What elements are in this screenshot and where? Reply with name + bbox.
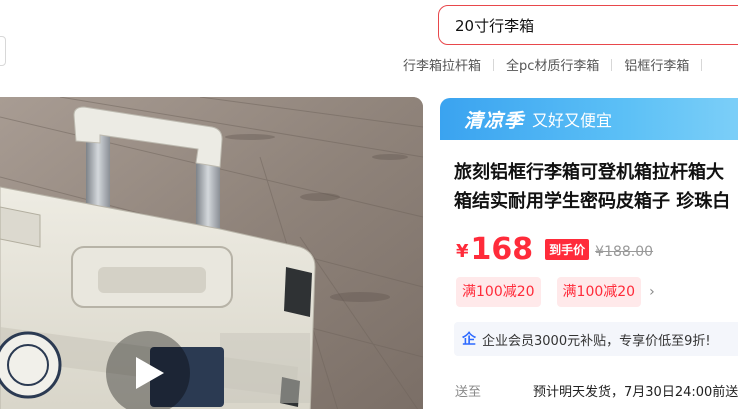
- product-title: 旅刻铝框行李箱可登机箱拉杆箱大 箱结实耐用学生密码皮箱子 珍珠白: [454, 158, 738, 216]
- delivery-row: 送至 预计明天发货，7月30日24:00前送达: [455, 381, 738, 400]
- promo-tagline: 又好又便宜: [532, 111, 613, 130]
- price-currency: ¥: [456, 241, 469, 262]
- promo-banner[interactable]: 清凉季 又好又便宜: [440, 98, 738, 140]
- divider: [493, 58, 495, 71]
- final-price-badge: 到手价: [545, 239, 590, 260]
- suggestion-link[interactable]: 铝框行李箱: [624, 55, 689, 74]
- price-amount: 168: [470, 232, 534, 267]
- coupon-row: 满100减20 满100减20 ›: [456, 277, 655, 307]
- product-image-gallery[interactable]: [0, 97, 423, 409]
- search-box[interactable]: [438, 5, 738, 45]
- delivery-estimate[interactable]: 预计明天发货，7月30日24:00前送达: [533, 381, 738, 400]
- search-input[interactable]: [455, 16, 738, 34]
- enterprise-text: 企业会员3000元补贴，专享价低至9折!: [482, 333, 711, 349]
- search-suggestions: 行李箱拉杆箱 全pc材质行李箱 铝框行李箱: [403, 55, 714, 74]
- play-icon[interactable]: [106, 331, 190, 409]
- product-title-line: 箱结实耐用学生密码皮箱子 珍珠白: [454, 191, 731, 212]
- coupon-tag[interactable]: 满100减20: [456, 277, 541, 307]
- divider: [611, 58, 613, 71]
- coupon-tag[interactable]: 满100减20: [556, 277, 642, 307]
- promo-brand: 清凉季: [464, 109, 525, 132]
- original-price: ¥188.00: [595, 244, 654, 260]
- enterprise-member-bar[interactable]: 企 企业会员3000元补贴，专享价低至9折!: [454, 322, 738, 356]
- left-edge-control[interactable]: [0, 36, 6, 66]
- price-row: ¥ 168 到手价 ¥188.00: [456, 234, 653, 266]
- divider: [701, 58, 703, 71]
- product-title-line: 旅刻铝框行李箱可登机箱拉杆箱大: [454, 162, 724, 183]
- enterprise-icon: 企: [462, 332, 476, 348]
- suggestion-link[interactable]: 全pc材质行李箱: [506, 55, 599, 74]
- product-image: [0, 97, 423, 409]
- suggestion-link[interactable]: 行李箱拉杆箱: [403, 55, 481, 74]
- delivery-label: 送至: [455, 385, 482, 400]
- chevron-right-icon[interactable]: ›: [649, 284, 655, 300]
